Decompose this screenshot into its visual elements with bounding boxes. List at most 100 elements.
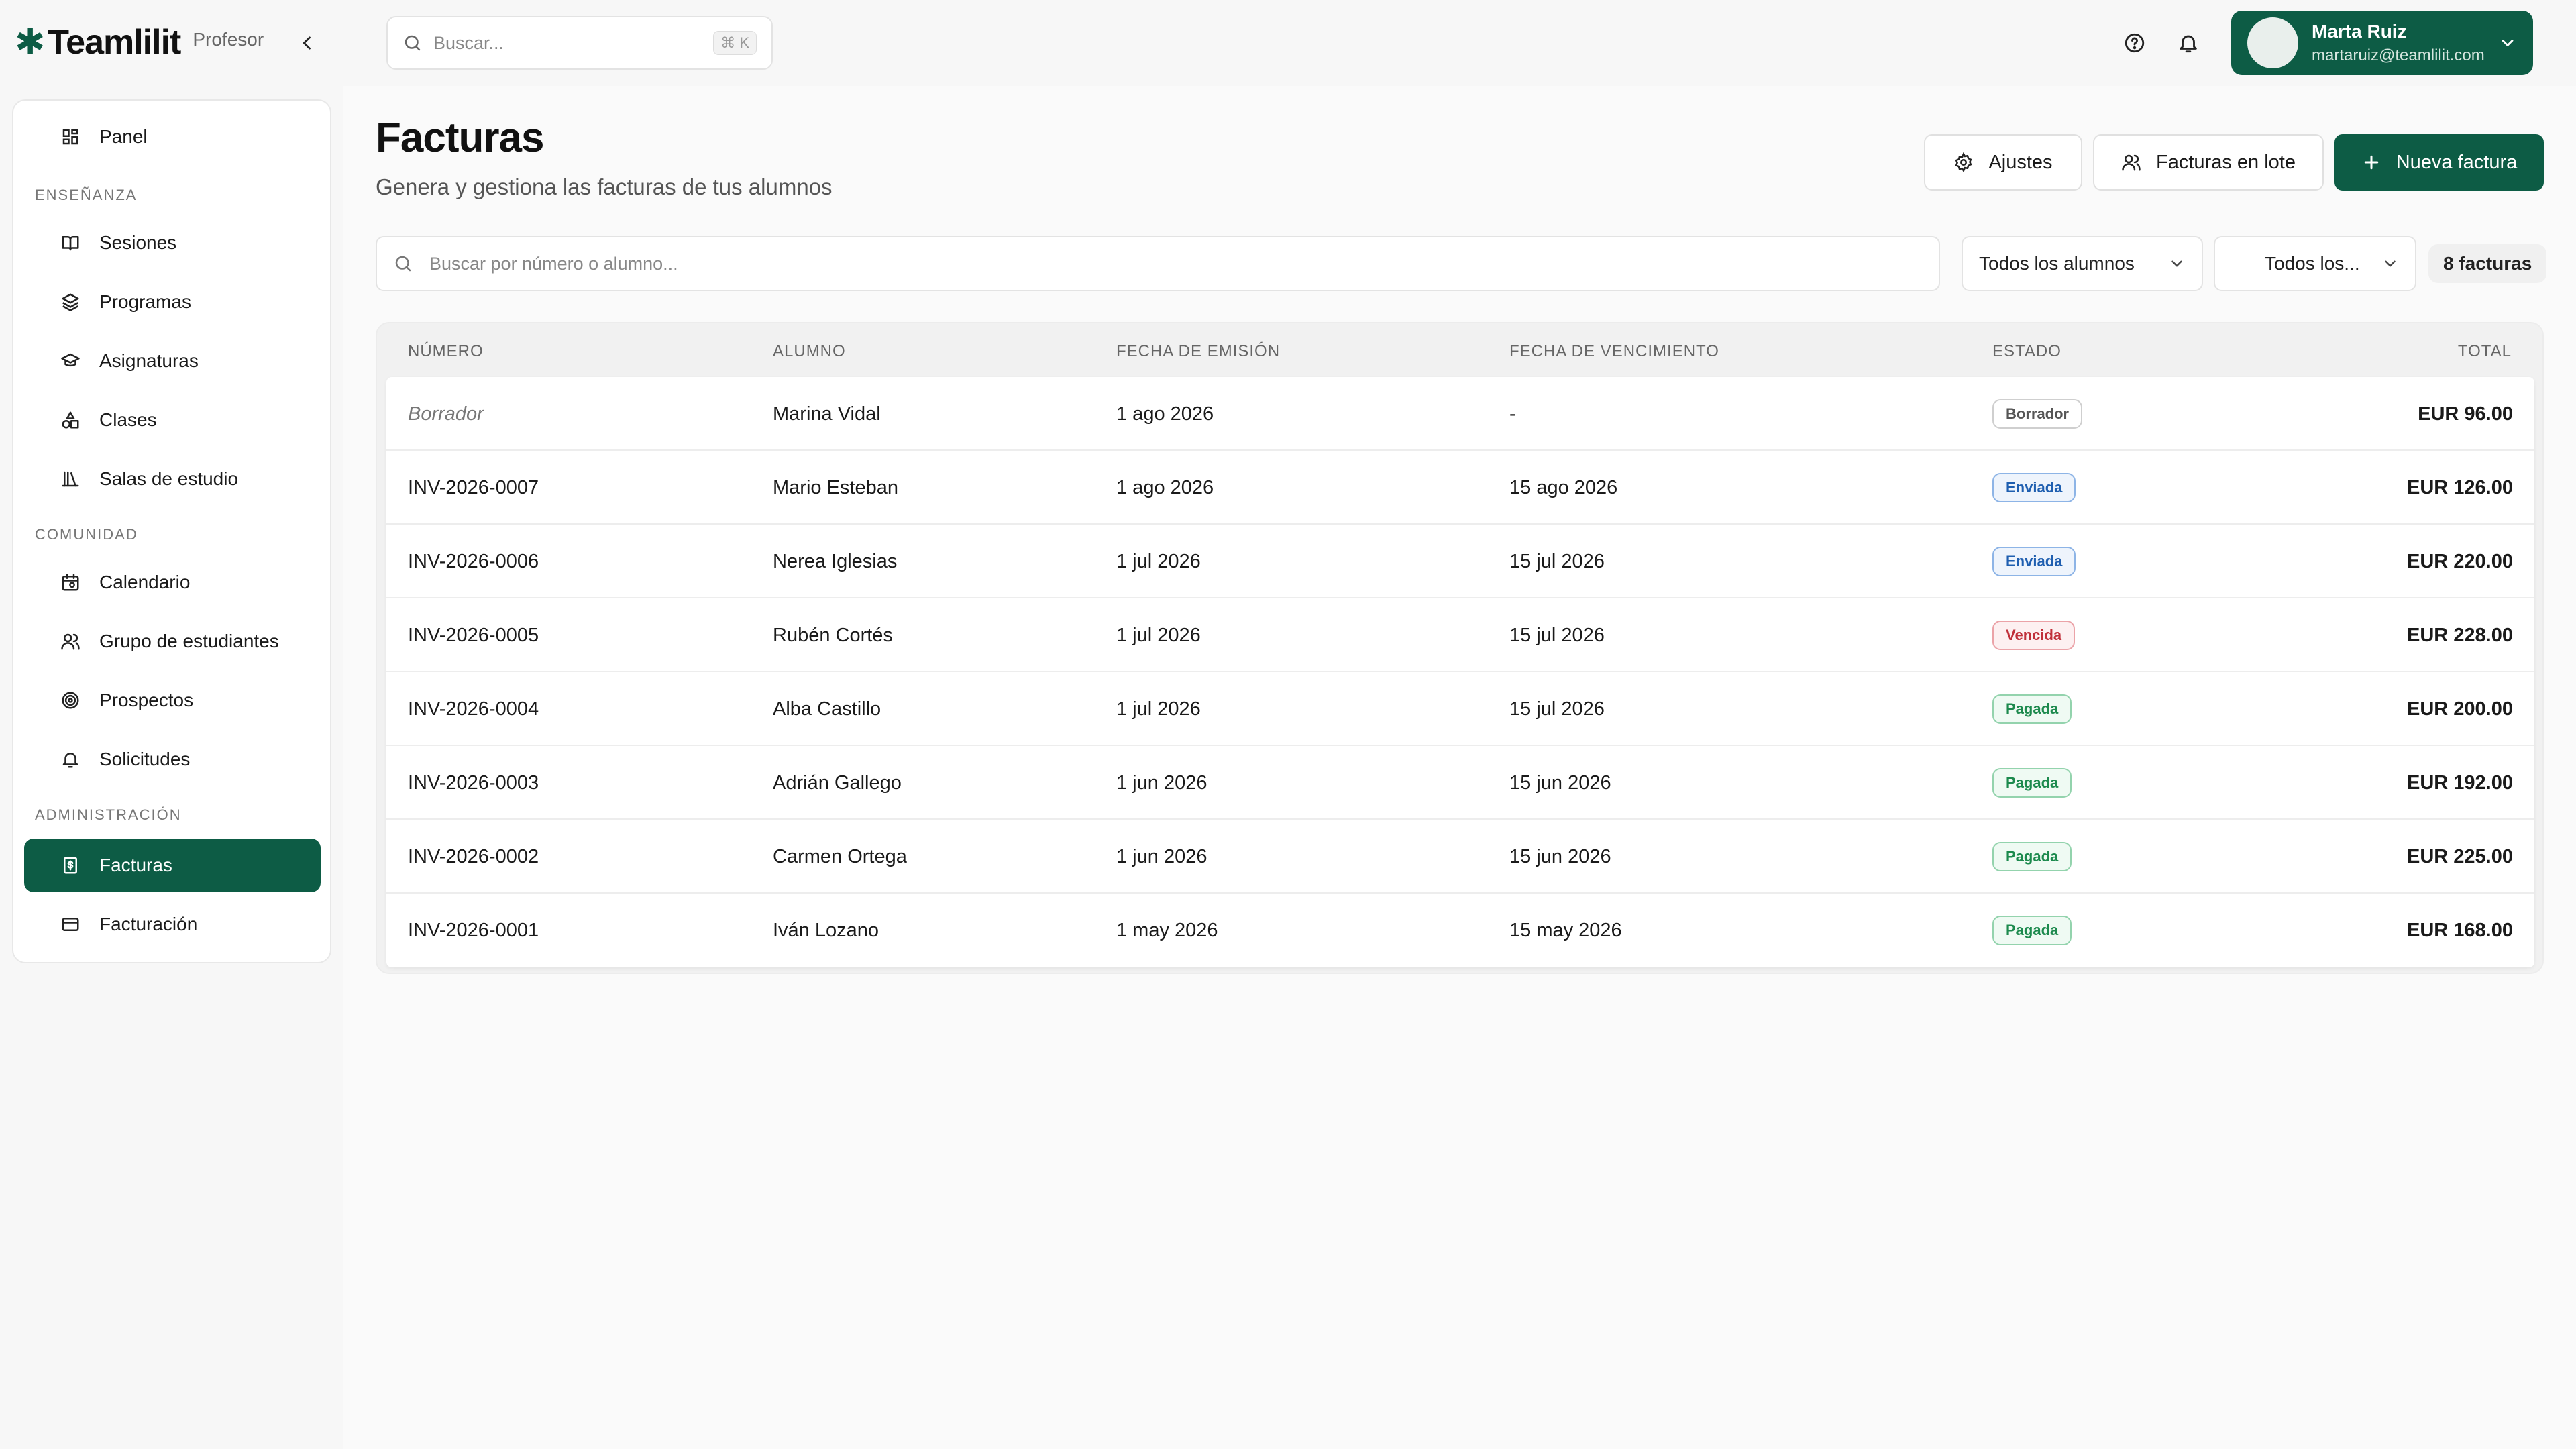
status-badge: Pagada bbox=[1992, 694, 2072, 724]
status-badge: Enviada bbox=[1992, 547, 2076, 576]
invoice-count-badge: 8 facturas bbox=[2428, 244, 2547, 283]
header-due-date[interactable]: FECHA DE VENCIMIENTO bbox=[1509, 342, 1719, 361]
cell-total: EUR 228.00 bbox=[2407, 624, 2513, 646]
cell-status: Pagada bbox=[1992, 746, 2072, 820]
invoice-search-input[interactable]: Buscar por número o alumno... bbox=[376, 236, 1940, 291]
bell-icon bbox=[62, 753, 78, 768]
cell-status: Pagada bbox=[1992, 894, 2072, 967]
shapes-icon bbox=[62, 411, 79, 429]
table-row[interactable]: INV-2026-0007 Mario Esteban 1 ago 2026 15 a… bbox=[386, 451, 2534, 525]
gear-icon bbox=[1955, 152, 1972, 172]
cell-due-date: 15 jul 2026 bbox=[1509, 550, 1605, 572]
cell-student: Nerea Iglesias bbox=[773, 550, 898, 572]
avatar bbox=[2247, 17, 2298, 68]
cell-due-date: 15 jul 2026 bbox=[1509, 624, 1605, 646]
dashboard-icon bbox=[62, 129, 78, 145]
chevron-down-icon bbox=[2171, 260, 2182, 267]
status-filter-select[interactable]: Todos los... bbox=[2214, 236, 2416, 291]
batch-invoices-button-label: Facturas en lote bbox=[2156, 151, 2296, 173]
invoice-search-placeholder: Buscar por número o alumno... bbox=[429, 253, 678, 274]
sidebar-item-label: Asignaturas bbox=[99, 350, 199, 371]
page-subtitle: Genera y gestiona las facturas de tus al… bbox=[376, 174, 833, 199]
cell-issue-date: 1 jun 2026 bbox=[1116, 771, 1208, 794]
collapse-sidebar-button[interactable] bbox=[292, 28, 322, 58]
header-student[interactable]: ALUMNO bbox=[773, 342, 846, 361]
cell-number: INV-2026-0002 bbox=[408, 845, 539, 867]
calendar-icon bbox=[62, 574, 79, 591]
cell-issue-date: 1 ago 2026 bbox=[1116, 402, 1214, 425]
user-email: martaruiz@teamlilit.com bbox=[2312, 46, 2485, 64]
sidebar-item-classes[interactable]: Clases bbox=[24, 393, 321, 447]
sidebar-item-calendar[interactable]: Calendario bbox=[24, 555, 321, 609]
cell-due-date: 15 jun 2026 bbox=[1509, 771, 1611, 794]
page-title: Facturas bbox=[376, 115, 544, 161]
users-icon bbox=[61, 633, 80, 650]
table-header: NÚMERO ALUMNO FECHA DE EMISIÓN FECHA DE … bbox=[377, 323, 2542, 377]
table-row[interactable]: INV-2026-0005 Rubén Cortés 1 jul 2026 15 ju… bbox=[386, 598, 2534, 672]
status-badge: Pagada bbox=[1992, 916, 2072, 945]
cell-number: INV-2026-0001 bbox=[408, 919, 539, 941]
status-badge: Borrador bbox=[1992, 399, 2083, 429]
cell-total: EUR 96.00 bbox=[2418, 402, 2513, 425]
table-row[interactable]: INV-2026-0002 Carmen Ortega 1 jun 2026 15 j… bbox=[386, 820, 2534, 894]
sidebar-item-label: Solicitudes bbox=[99, 749, 191, 769]
sidebar-item-invoices[interactable]: Facturas bbox=[24, 839, 321, 892]
table-body: Borrador Marina Vidal 1 ago 2026 - Borrador E… bbox=[386, 377, 2534, 967]
header-issue-date[interactable]: FECHA DE EMISIÓN bbox=[1116, 342, 1280, 361]
status-badge: Pagada bbox=[1992, 842, 2072, 871]
table-row[interactable]: INV-2026-0006 Nerea Iglesias 1 jul 2026 15 … bbox=[386, 525, 2534, 598]
help-icon bbox=[2125, 33, 2145, 53]
sidebar-item-requests[interactable]: Solicitudes bbox=[24, 733, 321, 786]
students-filter-select[interactable]: Todos los alumnos bbox=[1962, 236, 2203, 291]
cell-student: Alba Castillo bbox=[773, 698, 881, 720]
sidebar-item-programs[interactable]: Programas bbox=[24, 275, 321, 329]
sidebar-item-study-rooms[interactable]: Salas de estudio bbox=[24, 452, 321, 506]
cell-total: EUR 168.00 bbox=[2407, 919, 2513, 941]
sidebar-item-student-group[interactable]: Grupo de estudiantes bbox=[24, 614, 321, 668]
notifications-button[interactable] bbox=[2172, 27, 2204, 59]
help-button[interactable] bbox=[2118, 27, 2151, 59]
header-total[interactable]: TOTAL bbox=[2458, 342, 2512, 361]
sidebar-item-label: Sesiones bbox=[99, 232, 177, 253]
table-row[interactable]: Borrador Marina Vidal 1 ago 2026 - Borrador E… bbox=[386, 377, 2534, 451]
table-row[interactable]: INV-2026-0001 Iván Lozano 1 may 2026 15 may… bbox=[386, 894, 2534, 967]
cell-total: EUR 200.00 bbox=[2407, 698, 2513, 720]
cell-total: EUR 192.00 bbox=[2407, 771, 2513, 794]
cell-status: Pagada bbox=[1992, 820, 2072, 894]
chevron-left-icon bbox=[303, 36, 311, 50]
top-bar: ✱ Teamlilit Profesor Buscar... ⌘ K Marta… bbox=[0, 0, 2576, 86]
table-row[interactable]: INV-2026-0003 Adrián Gallego 1 jun 2026 15 … bbox=[386, 746, 2534, 820]
batch-invoices-button[interactable]: Facturas en lote bbox=[2093, 134, 2324, 191]
sidebar-item-billing[interactable]: Facturación bbox=[24, 898, 321, 951]
cell-total: EUR 220.00 bbox=[2407, 550, 2513, 572]
sidebar-item-subjects[interactable]: Asignaturas bbox=[24, 334, 321, 388]
cell-status: Pagada bbox=[1992, 672, 2072, 746]
brand-logo[interactable]: ✱ Teamlilit Profesor bbox=[15, 20, 264, 64]
settings-button[interactable]: Ajustes bbox=[1924, 134, 2082, 191]
global-search-input[interactable]: Buscar... ⌘ K bbox=[386, 16, 773, 70]
sidebar-item-prospects[interactable]: Prospectos bbox=[24, 674, 321, 727]
new-invoice-button[interactable]: Nueva factura bbox=[2334, 134, 2544, 191]
cell-issue-date: 1 jul 2026 bbox=[1116, 624, 1201, 646]
cell-issue-date: 1 ago 2026 bbox=[1116, 476, 1214, 498]
header-number[interactable]: NÚMERO bbox=[408, 342, 484, 361]
table-row[interactable]: INV-2026-0004 Alba Castillo 1 jul 2026 15 j… bbox=[386, 672, 2534, 746]
search-icon bbox=[395, 256, 411, 272]
sidebar: Panel ENSEÑANZA Sesiones Programas Asign… bbox=[12, 99, 331, 963]
cell-issue-date: 1 may 2026 bbox=[1116, 919, 1218, 941]
new-invoice-button-label: Nueva factura bbox=[2396, 151, 2518, 173]
cell-number: INV-2026-0003 bbox=[408, 771, 539, 794]
cell-due-date: 15 jul 2026 bbox=[1509, 698, 1605, 720]
settings-button-label: Ajustes bbox=[1988, 151, 2053, 173]
cell-number: Borrador bbox=[408, 402, 484, 425]
cell-student: Rubén Cortés bbox=[773, 624, 893, 646]
cell-total: EUR 225.00 bbox=[2407, 845, 2513, 867]
cell-status: Enviada bbox=[1992, 525, 2076, 598]
sidebar-item-panel[interactable]: Panel bbox=[24, 110, 321, 164]
sidebar-item-sessions[interactable]: Sesiones bbox=[24, 216, 321, 270]
user-menu-button[interactable]: Marta Ruiz martaruiz@teamlilit.com bbox=[2231, 11, 2533, 75]
cell-student: Carmen Ortega bbox=[773, 845, 907, 867]
logo-mark-icon: ✱ bbox=[15, 22, 46, 62]
header-status[interactable]: ESTADO bbox=[1992, 342, 2061, 361]
chevron-down-icon bbox=[2502, 40, 2514, 46]
